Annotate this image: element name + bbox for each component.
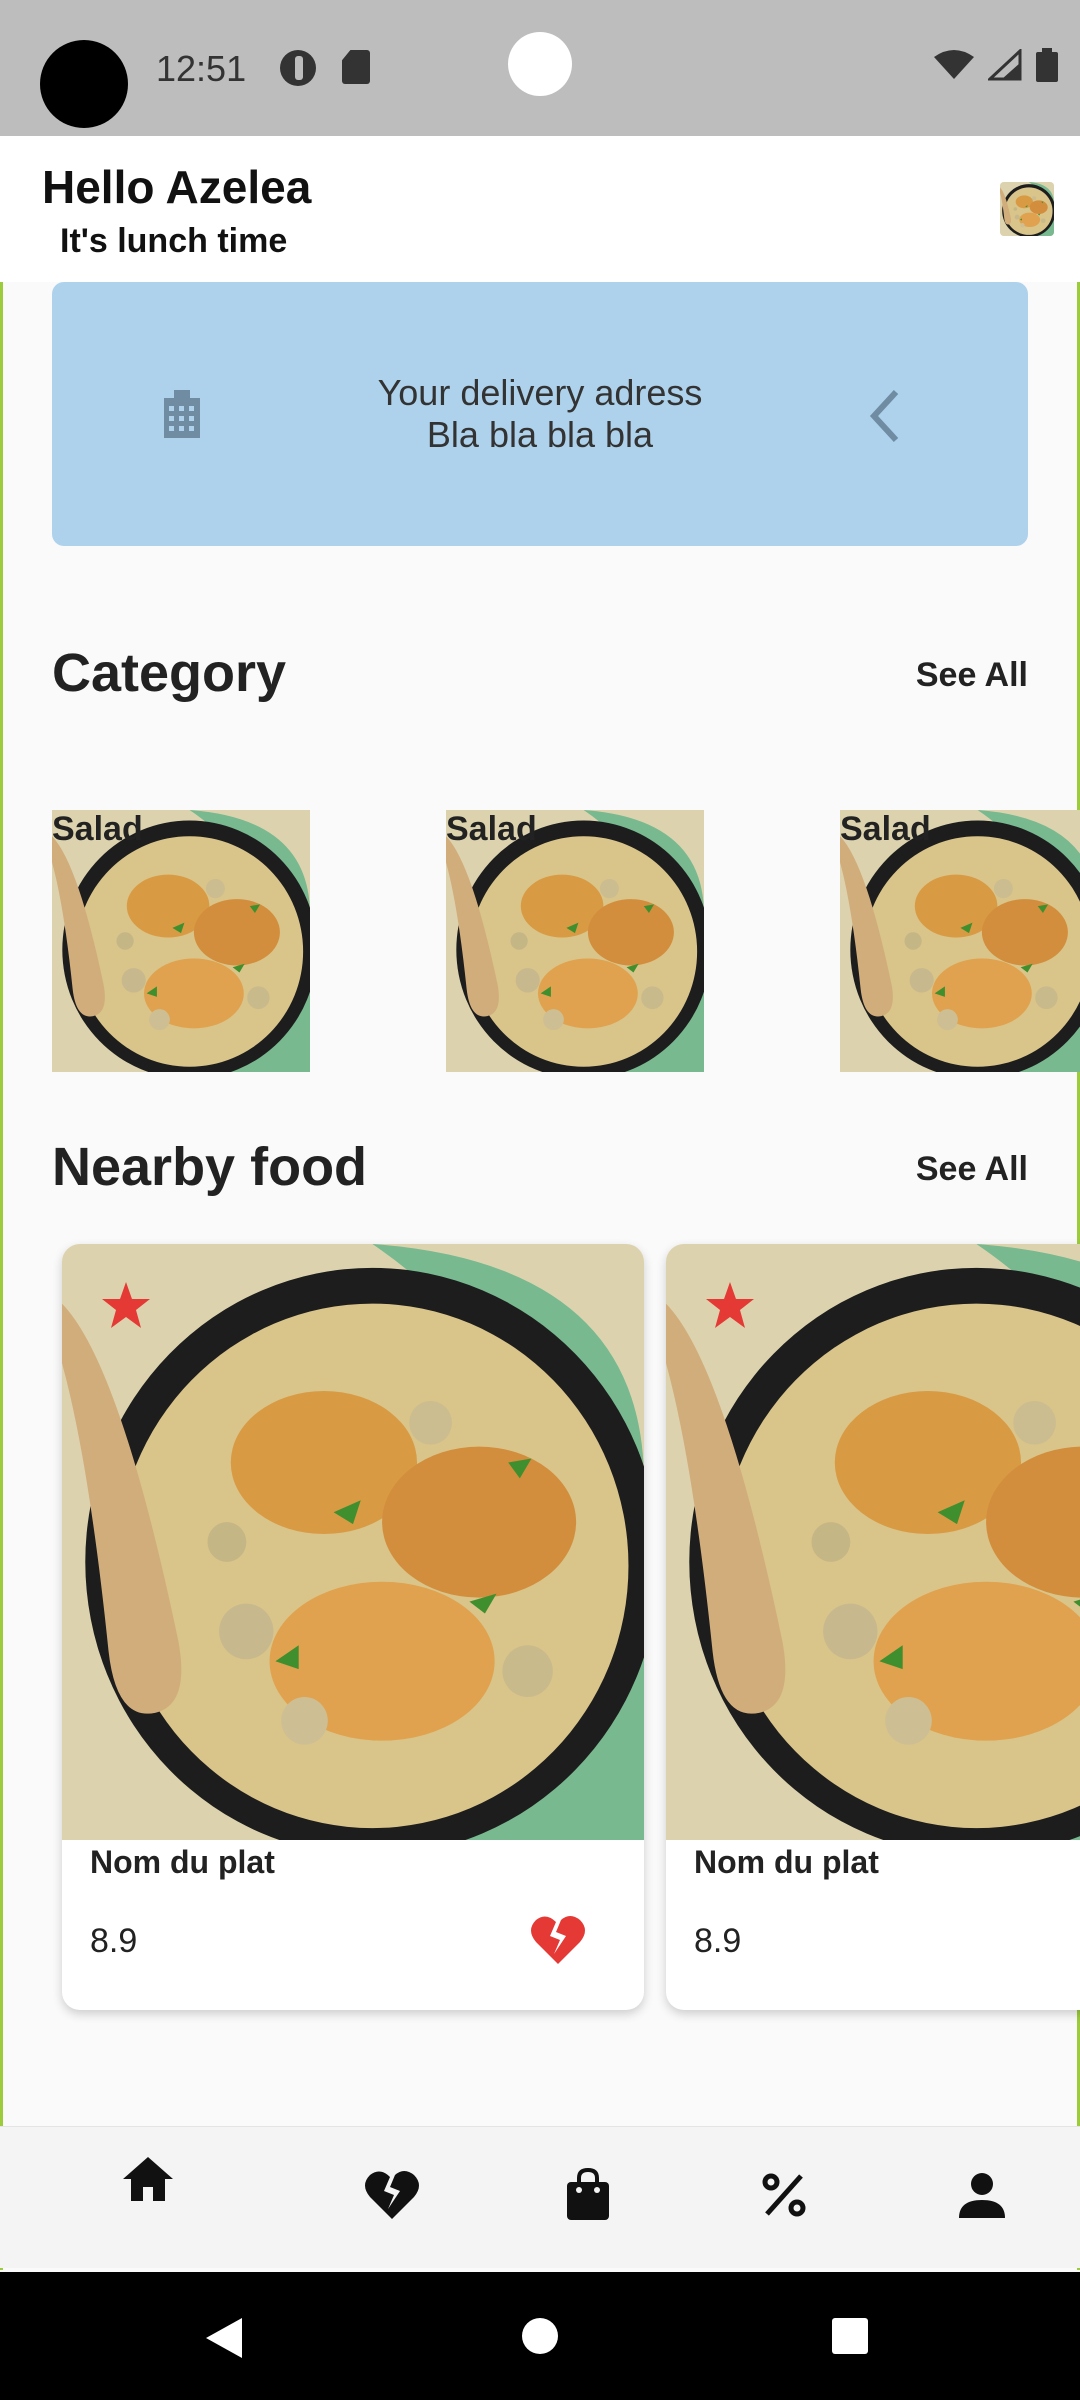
camera-cutout: [40, 40, 128, 128]
app-screen: 12:51 Hello Azelea It's lunch time Your …: [0, 0, 1080, 2400]
sd-card-icon: [342, 50, 370, 84]
category-item[interactable]: Salad: [840, 810, 1080, 1072]
food-card[interactable]: Nom du plat 8.9: [62, 1244, 644, 2010]
star-icon: [102, 1282, 150, 1328]
category-image: [446, 810, 704, 1072]
heart-broken-icon: [365, 2171, 419, 2219]
delivery-address-card[interactable]: Your delivery adress Bla bla bla bla: [52, 282, 1028, 546]
percent-icon: [762, 2173, 806, 2217]
data-saver-icon: [280, 50, 316, 86]
system-nav-bar: [0, 2272, 1080, 2400]
star-icon: [706, 1282, 754, 1328]
nav-favorites[interactable]: [352, 2155, 432, 2235]
category-label: Salad: [446, 810, 537, 848]
category-label: Salad: [52, 810, 143, 848]
nav-offers[interactable]: [744, 2155, 824, 2235]
category-image: [52, 810, 310, 1072]
nav-profile[interactable]: [942, 2155, 1022, 2235]
category-label: Salad: [840, 810, 931, 848]
home-circle-icon[interactable]: [520, 2316, 560, 2356]
home-icon: [123, 2157, 173, 2201]
shopping-bag-icon: [567, 2168, 609, 2220]
heart-broken-icon[interactable]: [530, 1914, 586, 1966]
category-title: Category: [52, 643, 287, 703]
status-icons: [934, 48, 1058, 82]
food-image: [62, 1244, 644, 1840]
category-item[interactable]: Salad: [52, 810, 310, 1072]
recents-icon[interactable]: [830, 2316, 870, 2356]
signal-icon: [988, 49, 1022, 81]
food-card[interactable]: Nom du plat 8.9: [666, 1244, 1080, 2010]
food-rating: 8.9: [90, 1922, 138, 1960]
notch-dot: [508, 32, 572, 96]
person-icon: [959, 2173, 1005, 2218]
battery-icon: [1036, 48, 1058, 82]
nearby-see-all-button[interactable]: See All: [916, 1150, 1028, 1189]
category-image: [840, 810, 1080, 1072]
greeting-subtitle: It's lunch time: [60, 222, 288, 260]
frame-border: [0, 0, 3, 2270]
food-name: Nom du plat: [694, 1844, 879, 1880]
back-icon[interactable]: [204, 2316, 244, 2360]
category-see-all-button[interactable]: See All: [916, 656, 1028, 695]
nav-home[interactable]: [108, 2139, 188, 2219]
food-rating: 8.9: [694, 1922, 742, 1960]
food-image: [666, 1244, 1080, 1840]
status-bar: 12:51: [0, 0, 1080, 136]
food-name: Nom du plat: [90, 1844, 275, 1880]
status-time: 12:51: [156, 48, 247, 89]
chevron-left-icon[interactable]: [864, 386, 904, 446]
avatar[interactable]: [1000, 182, 1054, 236]
nearby-food-title: Nearby food: [52, 1137, 368, 1197]
wifi-icon: [934, 50, 974, 79]
bottom-nav: [0, 2126, 1080, 2268]
category-item[interactable]: Salad: [446, 810, 704, 1072]
greeting-title: Hello Azelea: [42, 161, 312, 213]
nav-cart[interactable]: [548, 2155, 628, 2235]
